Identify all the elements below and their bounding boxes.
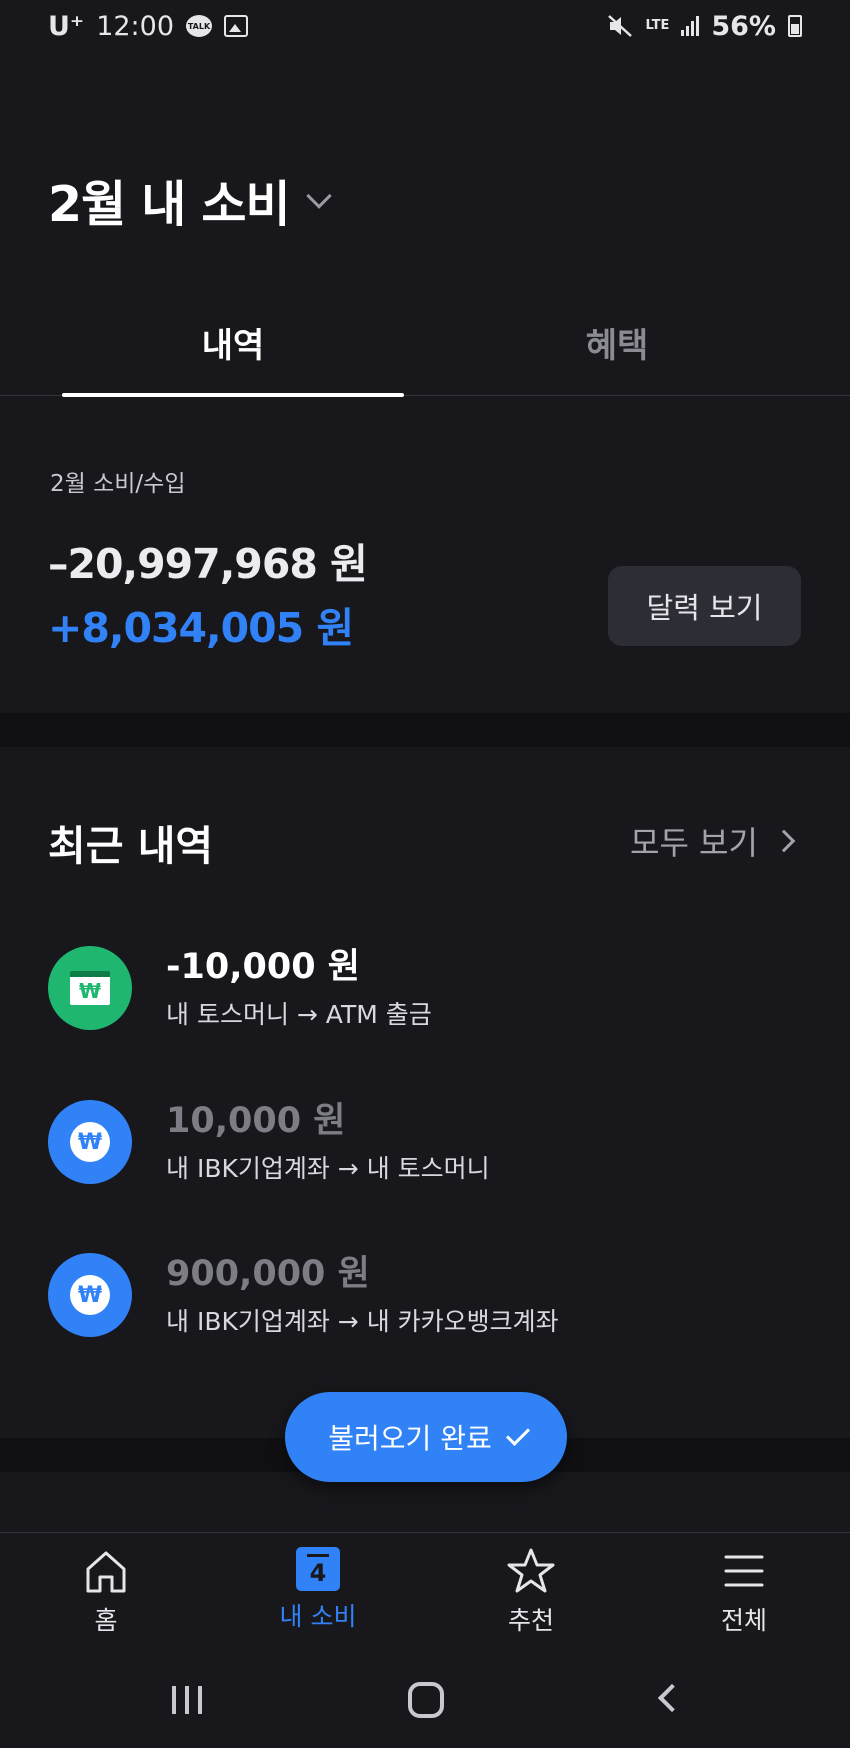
see-all-button[interactable]: 모두 보기 [630, 818, 796, 864]
won-icon: ₩ [48, 1100, 132, 1184]
nav-recommend[interactable]: 추천 [466, 1547, 596, 1637]
nav-my-spending[interactable]: 4 내 소비 [253, 1547, 383, 1633]
page-title: 2월 내 소비 [48, 176, 291, 233]
transaction-text: -10,000 원 내 토스머니 → ATM 출금 [166, 945, 432, 1031]
kakaotalk-icon: TALK [186, 15, 212, 37]
status-bar: U⁺ 12:00 TALK LTE 56% [0, 0, 850, 52]
total-income: +8,034,005 원 [48, 604, 354, 652]
battery-icon [788, 15, 802, 37]
recent-apps-button[interactable] [172, 1686, 202, 1714]
tab-history[interactable]: 내역 [62, 318, 404, 367]
atm-icon: ₩ [48, 946, 132, 1030]
transaction-amount: -10,000 원 [166, 947, 360, 987]
status-bar-left: U⁺ 12:00 TALK [48, 11, 248, 42]
toast-label: 불러오기 완료 [328, 1422, 492, 1455]
tab-benefits[interactable]: 혜택 [446, 318, 788, 367]
month-selector[interactable]: 2월 내 소비 [48, 165, 332, 236]
status-bar-right: LTE 56% [607, 11, 802, 42]
transaction-item[interactable]: ₩ 900,000 원 내 IBK기업계좌 → 내 카카오뱅크계좌 [48, 1250, 808, 1340]
transaction-text: 10,000 원 내 IBK기업계좌 → 내 토스머니 [166, 1099, 490, 1185]
section-divider [0, 713, 850, 747]
nav-all[interactable]: 전체 [679, 1547, 809, 1637]
star-icon [507, 1548, 555, 1593]
transaction-amount: 900,000 원 [166, 1254, 370, 1294]
nav-recommend-label: 추천 [507, 1606, 554, 1635]
nav-home[interactable]: 홈 [41, 1547, 171, 1637]
clock: 12:00 [96, 10, 174, 42]
home-icon [86, 1551, 126, 1593]
transaction-text: 900,000 원 내 IBK기업계좌 → 내 카카오뱅크계좌 [166, 1252, 559, 1338]
won-glyph: ₩ [70, 1122, 110, 1162]
active-tab-indicator [62, 393, 404, 397]
mute-icon [608, 15, 633, 37]
check-icon [505, 1421, 530, 1447]
nav-home-label: 홈 [94, 1606, 118, 1635]
menu-icon [724, 1555, 764, 1587]
nav-my-spending-label: 내 소비 [279, 1602, 357, 1631]
battery-percent: 56% [711, 10, 776, 42]
transaction-item[interactable]: ₩ 10,000 원 내 IBK기업계좌 → 내 토스머니 [48, 1097, 808, 1187]
load-complete-toast: 불러오기 완료 [285, 1392, 567, 1482]
transaction-amount: 10,000 원 [166, 1101, 346, 1141]
back-button[interactable] [657, 1683, 687, 1713]
chevron-down-icon [305, 182, 332, 209]
gallery-icon [224, 15, 248, 37]
transaction-description: 내 IBK기업계좌 → 내 카카오뱅크계좌 [166, 1307, 559, 1336]
calendar-view-button[interactable]: 달력 보기 [608, 566, 801, 646]
transaction-item[interactable]: ₩ -10,000 원 내 토스머니 → ATM 출금 [48, 943, 808, 1033]
calendar-icon: 4 [296, 1547, 340, 1591]
signal-icon [681, 16, 700, 36]
system-nav-bar [0, 1650, 850, 1748]
chevron-right-icon [772, 829, 796, 853]
total-expense: –20,997,968 원 [48, 540, 368, 588]
carrier-label: U⁺ [48, 10, 85, 42]
won-glyph: ₩ [70, 1275, 110, 1315]
summary-label: 2월 소비/수입 [50, 471, 186, 497]
lte-indicator: LTE [645, 18, 670, 33]
see-all-label: 모두 보기 [630, 824, 758, 862]
calendar-date: 4 [309, 1559, 327, 1587]
tab-bar: 내역 혜택 [0, 300, 850, 397]
recent-section-title: 최근 내역 [48, 822, 214, 870]
transaction-description: 내 IBK기업계좌 → 내 토스머니 [166, 1154, 490, 1183]
transaction-description: 내 토스머니 → ATM 출금 [166, 1000, 432, 1029]
bottom-nav: 홈 4 내 소비 추천 전체 [0, 1532, 850, 1650]
home-button[interactable] [408, 1682, 444, 1718]
nav-all-label: 전체 [720, 1606, 767, 1635]
atm-won-glyph: ₩ [70, 971, 110, 1005]
won-icon: ₩ [48, 1253, 132, 1337]
